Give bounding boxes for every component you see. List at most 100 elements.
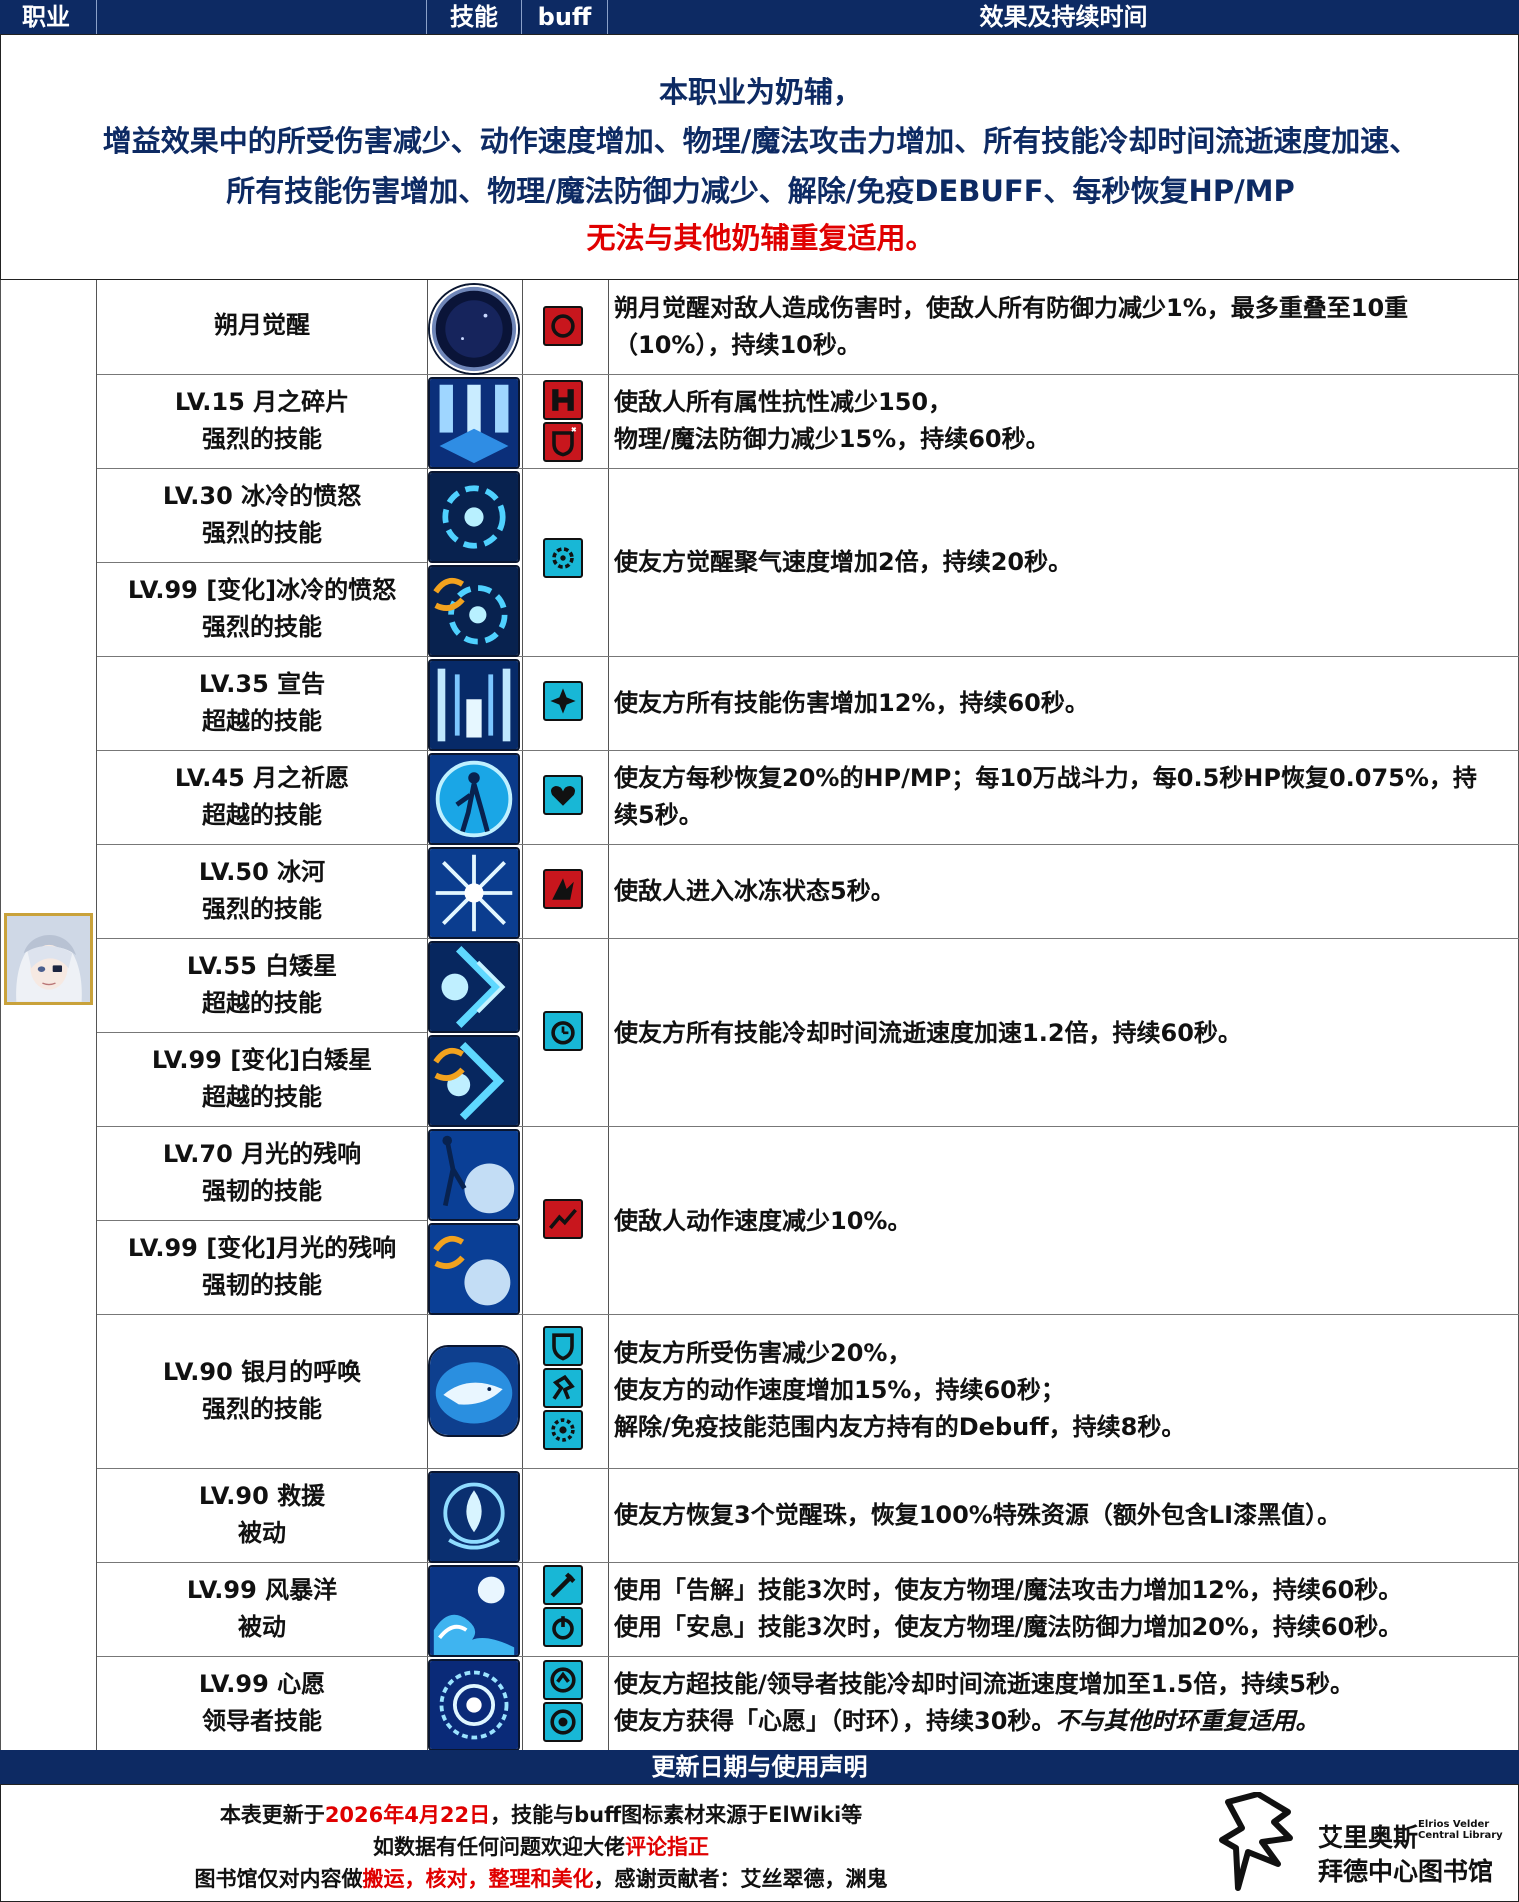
resistance-down-buff-icon <box>543 380 583 420</box>
wish-icon <box>428 1659 520 1751</box>
footer-line-1: 本表更新于2026年4月22日，技能与buff图标素材来源于ElWiki等 <box>1 1799 1081 1829</box>
grid-line <box>0 280 1 1750</box>
freeze-buff-icon <box>543 869 583 909</box>
header-class-label: 职业 <box>22 3 70 31</box>
skill-type-line: 强烈的技能 <box>202 425 322 453</box>
skill-name-1: LV.15 月之碎片 强烈的技能 <box>97 384 427 458</box>
effect-line: 使友方每秒恢复20%的HP/MP；每10万战斗力，每0.5秒HP恢复0.075%… <box>614 764 1477 792</box>
skill-name-line: LV.15 月之碎片 <box>174 388 350 416</box>
effect-8: 使友方所受伤害减少20%， 使友方的动作速度增加15%，持续60秒； 解除/免疫… <box>614 1335 1509 1446</box>
effect-line: 使友方觉醒聚气速度增加2倍，持续20秒。 <box>614 548 1073 576</box>
debuff-immune-buff-icon <box>543 1410 583 1450</box>
skill-name-14: LV.99 心愿 领导者技能 <box>97 1666 427 1740</box>
library-name-cn: 拜德中心图书馆 <box>1318 1857 1494 1886</box>
effect-1: 使敌人所有属性抗性减少150， 物理/魔法防御力减少15%，持续60秒。 <box>614 384 1509 458</box>
header-effect-label: 效果及持续时间 <box>979 3 1148 31</box>
footer-text: 本表更新于 <box>219 1803 325 1827</box>
grid-line <box>522 280 523 1750</box>
effect-note-italic: 不与其他时环重复适用。 <box>1055 1707 1320 1735</box>
skill-name-2: LV.30 冰冷的愤怒 强烈的技能 <box>97 478 427 552</box>
skill-type-line: 强烈的技能 <box>202 613 322 641</box>
library-name-en: Elrios Velder Central Library <box>1418 1819 1503 1841</box>
defense-up-buff-icon <box>543 1607 583 1647</box>
row-separator <box>97 1314 1519 1315</box>
footer-highlight: 搬运，核对，整理和美化 <box>362 1867 594 1891</box>
row-separator <box>97 844 1519 845</box>
effect-line: 使敌人所有属性抗性减少150， <box>614 388 953 416</box>
skill-name-line: LV.30 冰冷的愤怒 <box>162 482 362 510</box>
skill-type-line: 强烈的技能 <box>202 1395 322 1423</box>
skill-name-line: LV.90 银月的呼唤 <box>162 1358 362 1386</box>
skill-name-0: 朔月觉醒 <box>97 307 427 344</box>
effect-2: 使友方觉醒聚气速度增加2倍，持续20秒。 <box>614 544 1509 581</box>
effect-4: 使友方每秒恢复20%的HP/MP；每10万战斗力，每0.5秒HP恢复0.075%… <box>614 760 1509 834</box>
leader-cooldown-buff-icon <box>543 1660 583 1700</box>
effect-6: 使友方所有技能冷却时间流逝速度加速1.2倍，持续60秒。 <box>614 1015 1509 1052</box>
effect-line-mixed: 使友方获得「心愿」（时环），持续30秒。不与其他时环重复适用。 <box>614 1703 1509 1740</box>
row-separator <box>97 656 1519 657</box>
header-buff-label: buff <box>537 3 592 31</box>
header-skill-name <box>97 0 427 34</box>
effect-text: 使友方获得「心愿」（时环），持续30秒。 <box>614 1707 1056 1735</box>
header-buff: buff <box>522 0 608 34</box>
row-separator <box>97 1656 1519 1657</box>
skill-name-4: LV.35 宣告 超越的技能 <box>97 666 427 740</box>
footer-text: 如数据有任何问题欢迎大佬 <box>373 1835 625 1859</box>
skill-name-line: LV.70 月光的残响 <box>162 1140 362 1168</box>
effect-7: 使敌人动作速度减少10%。 <box>614 1203 1509 1240</box>
effect-line: 使用「告解」技能3次时，使友方物理/魔法攻击力增加12%，持续60秒。 <box>614 1576 1403 1604</box>
effect-line: 使友方所受伤害减少20%， <box>614 1339 912 1367</box>
skill-name-3: LV.99 [变化]冰冷的愤怒 强烈的技能 <box>97 572 427 646</box>
footer-date: 2026年4月22日 <box>324 1803 491 1827</box>
skill-buff-sheet: 职业 技能 buff 效果及持续时间 本职业为奶辅， 增益效果中的所受伤害减少、… <box>0 0 1519 1902</box>
skill-name-line: LV.50 冰河 <box>198 858 326 886</box>
glacier-icon <box>428 847 520 939</box>
footer-title: 更新日期与使用声明 <box>0 1750 1519 1784</box>
effect-line: 解除/免疫技能范围内友方持有的Debuff，持续8秒。 <box>614 1413 1186 1441</box>
row-separator <box>97 562 427 563</box>
moon-prayer-icon <box>428 753 520 845</box>
intro-line-2: 增益效果中的所受伤害减少、动作速度增加、物理/魔法攻击力增加、所有技能冷却时间流… <box>102 124 1419 158</box>
skill-name-5: LV.45 月之祈愿 超越的技能 <box>97 760 427 834</box>
class-avatar <box>4 913 93 1005</box>
effect-line: 使友方的动作速度增加15%，持续60秒； <box>614 1376 1065 1404</box>
cold-fury-changed-icon <box>428 565 520 657</box>
phys-mag-def-down-buff-icon <box>543 422 583 462</box>
effect-0: 朔月觉醒对敌人造成伤害时，使敌人所有防御力减少1%，最多重叠至10重 （10%）… <box>614 290 1509 364</box>
header-effect: 效果及持续时间 <box>608 0 1519 34</box>
skill-type-line: 超越的技能 <box>202 801 322 829</box>
skill-name-line: LV.55 白矮星 <box>186 952 338 980</box>
effect-line: 物理/魔法防御力减少15%，持续60秒。 <box>614 425 1050 453</box>
row-separator <box>97 468 1519 469</box>
effect-line: 使友方超技能/领导者技能冷却时间流逝速度增加至1.5倍，持续5秒。 <box>614 1670 1354 1698</box>
skill-name-10: LV.99 [变化]月光的残响 强韧的技能 <box>97 1230 427 1304</box>
hp-mp-regen-buff-icon <box>543 775 583 815</box>
header-class: 职业 <box>0 0 97 34</box>
row-separator <box>97 374 1519 375</box>
skill-type-line: 强韧的技能 <box>202 1177 322 1205</box>
effect-5: 使敌人进入冰冻状态5秒。 <box>614 873 1509 910</box>
skill-name-line: 朔月觉醒 <box>214 311 310 339</box>
effect-line: （10%），持续10秒。 <box>614 331 861 359</box>
library-name: 艾里奥斯 <box>1318 1823 1419 1852</box>
skill-name-line: LV.99 [变化]月光的残响 <box>127 1234 397 1262</box>
footer-line-3: 图书馆仅对内容做搬运，核对，整理和美化，感谢贡献者：艾丝翠德，渊鬼 <box>1 1863 1081 1893</box>
effect-10: 使用「告解」技能3次时，使友方物理/魔法攻击力增加12%，持续60秒。 使用「安… <box>614 1572 1509 1646</box>
action-speed-down-buff-icon <box>543 1199 583 1239</box>
time-ring-buff-icon <box>543 1702 583 1742</box>
moonlight-echo-changed-icon <box>428 1223 520 1315</box>
skill-name-line: LV.99 [变化]白矮星 <box>151 1046 373 1074</box>
footer-text: ，感谢贡献者：艾丝翠德，渊鬼 <box>593 1867 888 1891</box>
skill-type-line: 被动 <box>238 1519 286 1547</box>
row-separator <box>97 1220 427 1221</box>
intro-line-3: 所有技能伤害增加、物理/魔法防御力减少、解除/免疫DEBUFF、每秒恢复HP/M… <box>226 174 1295 208</box>
skill-name-line: LV.99 [变化]冰冷的愤怒 <box>127 576 397 604</box>
skill-type-line: 超越的技能 <box>202 1083 322 1111</box>
skill-name-13: LV.99 风暴洋 被动 <box>97 1572 427 1646</box>
declaration-icon <box>428 659 520 751</box>
skill-name-line: LV.99 风暴洋 <box>186 1576 338 1604</box>
skill-type-line: 强烈的技能 <box>202 895 322 923</box>
footer-comment-link: 评论指正 <box>625 1835 709 1859</box>
skill-damage-up-buff-icon <box>543 681 583 721</box>
skill-type-line: 强烈的技能 <box>202 519 322 547</box>
